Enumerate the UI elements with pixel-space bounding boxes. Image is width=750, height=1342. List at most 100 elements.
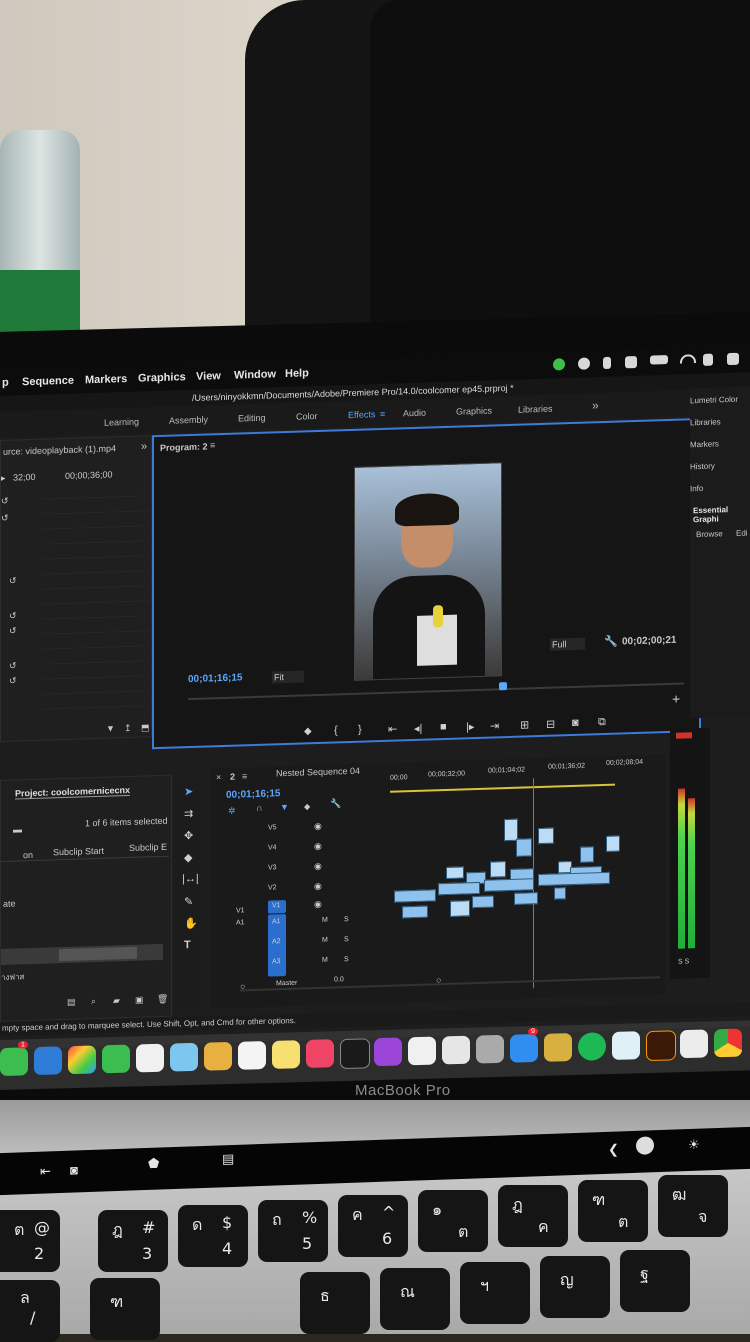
key[interactable]: ฎ #3: [98, 1210, 168, 1272]
lock-icon[interactable]: ▤: [67, 997, 76, 1008]
add-marker-icon[interactable]: ⬥: [304, 801, 310, 812]
touchbar-collapse-icon[interactable]: ❮: [608, 1141, 619, 1157]
trash-icon[interactable]: 🗑: [157, 994, 168, 1005]
key[interactable]: ฐ: [620, 1250, 690, 1312]
menu-window[interactable]: Window: [234, 368, 276, 381]
stop-icon[interactable]: ■: [440, 721, 447, 733]
slip-tool-icon[interactable]: |↔|: [182, 873, 199, 886]
track-label-v3[interactable]: V3: [268, 864, 277, 871]
overwrite-icon[interactable]: ⊟: [546, 718, 555, 731]
eye-icon[interactable]: ◉: [314, 899, 322, 910]
mute-button[interactable]: M: [322, 917, 328, 924]
pen-tool-icon[interactable]: ✎: [184, 895, 193, 908]
solo-button[interactable]: S: [344, 916, 349, 923]
fit-dropdown[interactable]: Fit: [272, 670, 304, 684]
column-name[interactable]: on: [23, 850, 33, 860]
pencil-app-icon[interactable]: [442, 1035, 470, 1065]
stickies-icon[interactable]: [272, 1040, 300, 1069]
side-essential-graphics[interactable]: Essential Graphi: [693, 504, 750, 524]
wrench-icon[interactable]: 🔧: [330, 798, 341, 809]
key[interactable]: ๑ต: [418, 1190, 488, 1252]
track-label-a1[interactable]: A1: [272, 918, 281, 925]
workspace-audio[interactable]: Audio: [403, 408, 426, 419]
maps-icon[interactable]: [170, 1042, 198, 1072]
scroll-handle-icon[interactable]: ○: [436, 975, 441, 985]
workspace-menu-icon[interactable]: ≡: [380, 409, 385, 419]
side-markers[interactable]: Markers: [690, 439, 719, 449]
menu-markers[interactable]: Markers: [85, 373, 127, 386]
reminders-icon[interactable]: [238, 1041, 266, 1070]
calendar-icon[interactable]: [136, 1043, 164, 1073]
workspace-overflow-icon[interactable]: »: [592, 398, 599, 412]
video-clip[interactable]: [606, 835, 620, 852]
track-select-tool-icon[interactable]: ⇉: [184, 807, 193, 820]
key[interactable]: ฒจ: [658, 1175, 728, 1237]
new-item-icon[interactable]: ▣: [135, 994, 144, 1005]
add-button-icon[interactable]: +: [672, 691, 680, 707]
undo-icon[interactable]: ↺: [9, 625, 17, 636]
app-store-icon[interactable]: [510, 1033, 538, 1063]
go-to-in-icon[interactable]: ⇤: [388, 723, 397, 736]
workspace-editing[interactable]: Editing: [238, 413, 266, 424]
eye-icon[interactable]: ◉: [314, 841, 322, 852]
undo-icon[interactable]: ↺: [1, 496, 9, 507]
compare-icon[interactable]: ⧉: [598, 716, 606, 729]
side-lumetri[interactable]: Lumetri Color: [690, 395, 738, 406]
new-bin-icon[interactable]: ▰: [113, 995, 120, 1006]
hand-tool-icon[interactable]: ✋: [184, 917, 198, 930]
mark-out-icon[interactable]: }: [358, 724, 362, 736]
solo-button[interactable]: S: [344, 936, 349, 943]
master-volume[interactable]: 0.0: [334, 976, 344, 983]
video-clip[interactable]: [538, 871, 610, 887]
meter-solo-labels[interactable]: S S: [678, 958, 689, 965]
menu-help[interactable]: Help: [285, 367, 309, 380]
audio-clip[interactable]: [402, 905, 428, 919]
workspace-graphics[interactable]: Graphics: [456, 406, 492, 417]
timeline-current-timecode[interactable]: 00;01;16;15: [226, 788, 280, 801]
timeline-scrollbar[interactable]: [240, 976, 660, 992]
step-forward-icon[interactable]: |▸: [466, 720, 474, 733]
key[interactable]: ล /: [0, 1280, 60, 1342]
selection-tool-icon[interactable]: ➤: [184, 785, 193, 798]
menu-sequence[interactable]: Sequence: [22, 375, 74, 389]
video-clip[interactable]: [446, 866, 464, 879]
video-clip[interactable]: [484, 878, 534, 892]
source-patch-a1[interactable]: A1: [236, 919, 245, 926]
playhead[interactable]: [499, 682, 507, 691]
menu-item[interactable]: p: [2, 377, 9, 389]
scroll-handle-icon[interactable]: ○: [240, 981, 245, 991]
touchbar-shield-icon[interactable]: ⬟: [148, 1156, 159, 1172]
step-back-icon[interactable]: ◂|: [414, 722, 422, 735]
mark-in-icon[interactable]: {: [334, 724, 338, 736]
sequence-title[interactable]: Nested Sequence 04: [276, 766, 360, 779]
video-clip[interactable]: [394, 889, 436, 903]
spotify-icon[interactable]: [578, 1032, 606, 1061]
bluetooth-icon[interactable]: [603, 356, 611, 370]
workspace-learning[interactable]: Learning: [104, 417, 139, 428]
folder-icon[interactable]: ▬: [13, 824, 22, 834]
side-libraries[interactable]: Libraries: [690, 417, 721, 427]
menu-view[interactable]: View: [196, 370, 221, 383]
side-edit-tab[interactable]: Edi: [736, 529, 748, 538]
export-frame-icon[interactable]: ↥: [124, 723, 132, 734]
workspace-libraries[interactable]: Libraries: [518, 404, 553, 415]
key[interactable]: ต @2: [0, 1210, 60, 1272]
mail-icon[interactable]: [34, 1046, 62, 1076]
settings-icon[interactable]: ⬒: [141, 722, 150, 733]
illustrator-icon[interactable]: [646, 1030, 676, 1062]
audio-clip[interactable]: [472, 895, 494, 909]
notes-icon[interactable]: [204, 1041, 232, 1071]
key[interactable]: ถ% 5: [258, 1200, 328, 1262]
close-tab-icon[interactable]: ×: [216, 772, 221, 782]
undo-icon[interactable]: ↺: [1, 513, 9, 524]
track-label-a2[interactable]: A2: [272, 938, 281, 945]
audio-clip[interactable]: [554, 887, 566, 900]
eye-icon[interactable]: ◉: [314, 821, 322, 832]
archive-icon[interactable]: [544, 1033, 572, 1062]
filter-icon[interactable]: ▼: [106, 723, 115, 733]
source-patch-v1[interactable]: V1: [236, 907, 245, 914]
key[interactable]: ฎค: [498, 1185, 568, 1247]
chrome-icon[interactable]: [714, 1028, 742, 1058]
undo-icon[interactable]: ↺: [9, 660, 17, 671]
panel-overflow-icon[interactable]: »: [141, 440, 147, 452]
